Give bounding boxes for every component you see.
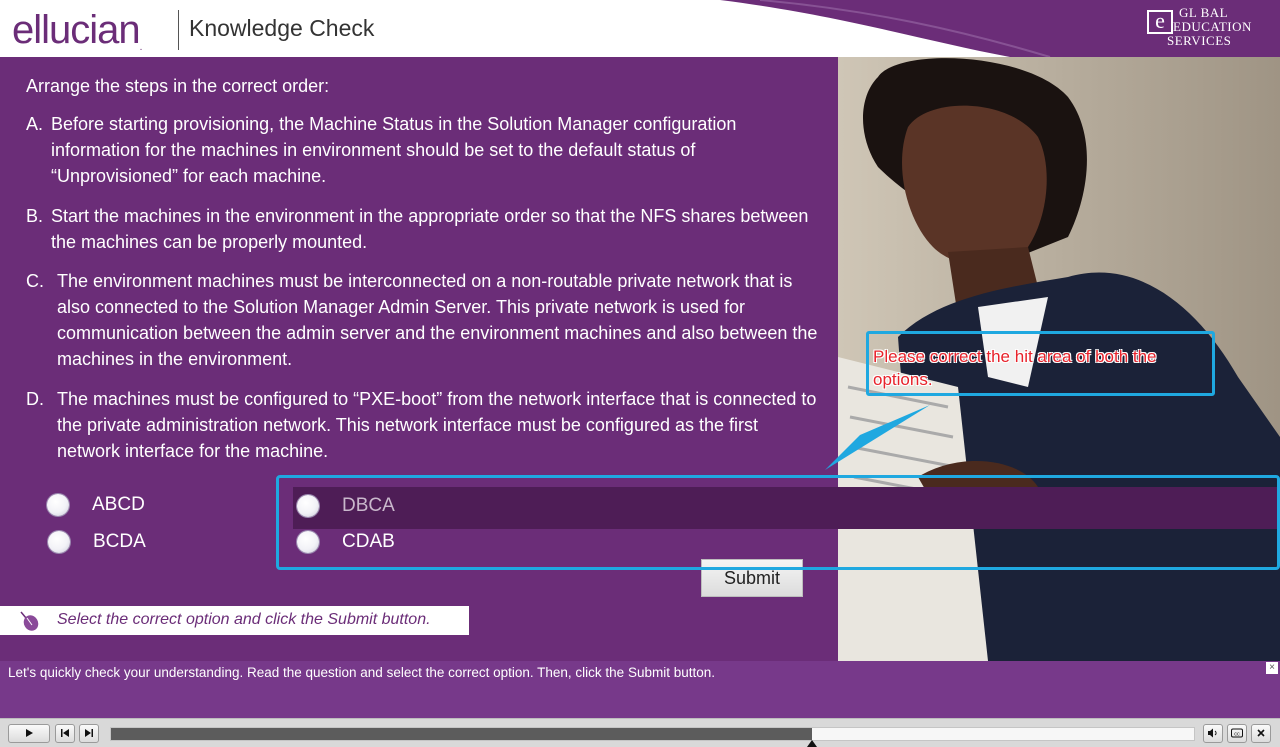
forward-icon <box>85 729 93 737</box>
step-text: Start the machines in the environment in… <box>51 206 809 252</box>
close-button[interactable] <box>1251 724 1271 743</box>
option-abcd[interactable]: ABCD <box>47 494 145 516</box>
step-text: Before starting provisioning, the Machin… <box>51 114 737 186</box>
closed-captions-icon: cc <box>1231 728 1243 738</box>
option-bcda[interactable]: BCDA <box>48 531 146 553</box>
play-button[interactable] <box>8 724 50 743</box>
rewind-icon <box>61 729 69 737</box>
rewind-button[interactable] <box>55 724 75 743</box>
playbar: cc <box>0 718 1280 747</box>
progress-fill <box>111 728 812 740</box>
hint-text: Select the correct option and click the … <box>57 611 431 628</box>
forward-button[interactable] <box>79 724 99 743</box>
svg-text:cc: cc <box>1234 732 1240 738</box>
review-callout-text: Please correct the hit area of both the … <box>873 347 1157 389</box>
step-text: The machines must be configured to “PXE-… <box>57 389 817 461</box>
header-bar: ellucian. Knowledge Check e GL BAL EDUCA… <box>0 0 1280 57</box>
step-letter: D. <box>26 389 44 409</box>
question-panel: Arrange the steps in the correct order: … <box>0 57 838 661</box>
step-a: A. Before starting provisioning, the Mac… <box>26 111 826 189</box>
radio-button[interactable] <box>48 531 70 553</box>
step-letter: A. <box>26 114 44 134</box>
caption-close-icon[interactable]: × <box>1266 662 1278 674</box>
option-label: BCDA <box>93 531 146 552</box>
callout-pointer <box>825 405 930 470</box>
progress-bar[interactable] <box>110 727 1195 747</box>
step-text: The environment machines must be interco… <box>57 271 818 369</box>
hit-area-highlight <box>276 475 1280 570</box>
play-icon <box>26 729 33 737</box>
step-d: D. The machines must be configured to “P… <box>26 386 826 464</box>
step-letter: C. <box>26 271 44 291</box>
global-education-services-logo: e GL BAL EDUCATION SERVICES <box>1137 4 1272 54</box>
caption-panel: Let's quickly check your understanding. … <box>0 661 1280 718</box>
caption-text: Let's quickly check your understanding. … <box>8 665 715 680</box>
step-b: B. Start the machines in the environment… <box>26 203 826 255</box>
radio-button[interactable] <box>47 494 69 516</box>
question-prompt: Arrange the steps in the correct order: <box>26 76 330 96</box>
mouse-icon <box>20 611 39 631</box>
closed-captions-button[interactable]: cc <box>1227 724 1247 743</box>
option-label: ABCD <box>92 494 145 515</box>
ellucian-logo: ellucian. <box>12 8 142 53</box>
instruction-hint: Select the correct option and click the … <box>0 606 469 635</box>
step-c: C. The environment machines must be inte… <box>26 268 826 372</box>
volume-icon <box>1208 728 1217 738</box>
page-title: Knowledge Check <box>189 15 375 41</box>
progress-thumb[interactable] <box>807 740 817 747</box>
header-divider <box>178 10 179 50</box>
step-letter: B. <box>26 206 44 226</box>
close-icon <box>1257 729 1265 737</box>
volume-button[interactable] <box>1203 724 1223 743</box>
